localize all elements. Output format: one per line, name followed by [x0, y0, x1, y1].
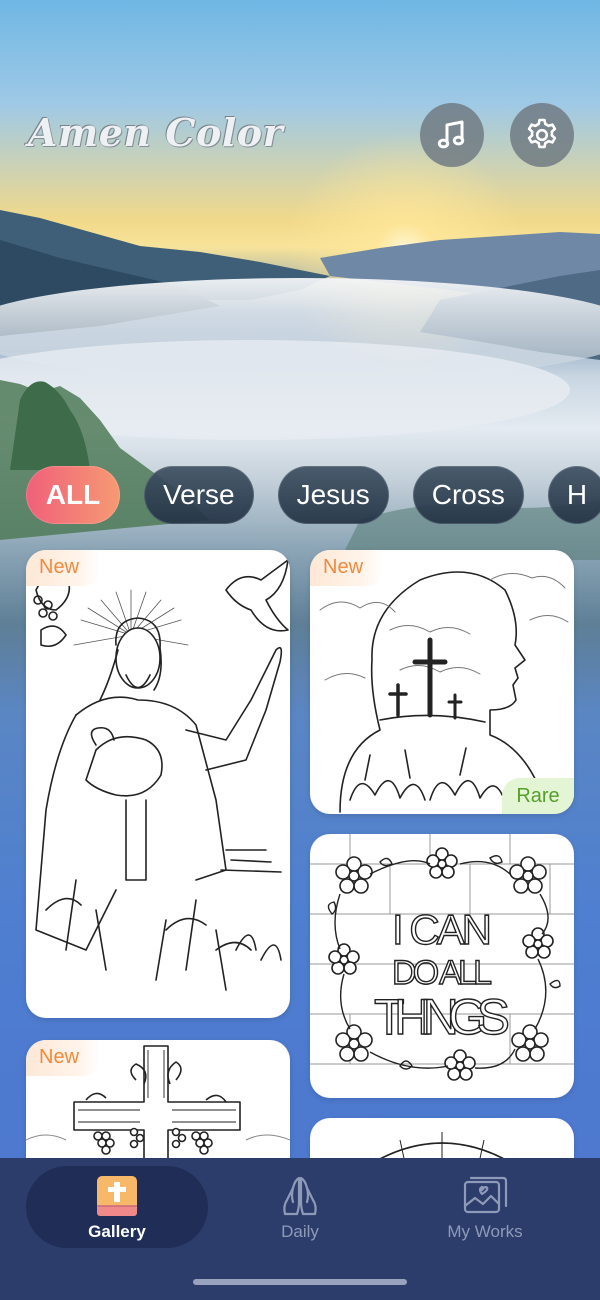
tab-daily-label: Daily	[281, 1222, 319, 1241]
home-indicator	[193, 1279, 407, 1285]
floral-verse-line-art: I CAN DO ALL THINGS	[310, 834, 574, 1081]
gallery-images-icon	[463, 1176, 508, 1214]
app-title: Amen Color	[28, 110, 284, 155]
verse-line-2: DO ALL	[392, 954, 492, 992]
silhouette-crosses-line-art	[319, 571, 569, 813]
music-button[interactable]	[420, 103, 484, 167]
tab-gallery-label: Gallery	[88, 1222, 146, 1241]
chip-all[interactable]: ALL	[26, 466, 120, 524]
coloring-card-silhouette-crosses[interactable]: New Rare	[310, 550, 574, 814]
new-badge: New	[26, 1040, 100, 1076]
chip-jesus[interactable]: Jesus	[277, 466, 389, 524]
new-badge: New	[26, 550, 100, 586]
praying-hands-icon	[283, 1176, 317, 1216]
new-badge: New	[310, 550, 384, 586]
bible-cross-icon	[97, 1176, 137, 1216]
chip-verse[interactable]: Verse	[144, 466, 254, 524]
verse-line-1: I CAN	[392, 906, 492, 953]
chip-cross[interactable]: Cross	[412, 466, 524, 524]
tab-my-works-label: My Works	[447, 1222, 523, 1241]
settings-button[interactable]	[510, 103, 574, 167]
coloring-card-floral-verse[interactable]: I CAN DO ALL THINGS	[310, 834, 574, 1098]
rare-badge: Rare	[502, 778, 574, 814]
category-chips: ALL Verse Jesus Cross H	[26, 466, 600, 524]
tab-gallery[interactable]: Gallery	[26, 1166, 208, 1248]
coloring-card-jesus-lamb[interactable]: New	[26, 550, 290, 1018]
gear-icon	[527, 118, 557, 149]
jesus-lamb-line-art	[33, 559, 289, 991]
tab-daily[interactable]: Daily	[209, 1166, 391, 1248]
chip-h[interactable]: H	[547, 466, 600, 524]
music-note-icon	[437, 120, 465, 149]
tab-my-works[interactable]: My Works	[394, 1166, 576, 1248]
verse-line-3: THINGS	[374, 989, 510, 1045]
